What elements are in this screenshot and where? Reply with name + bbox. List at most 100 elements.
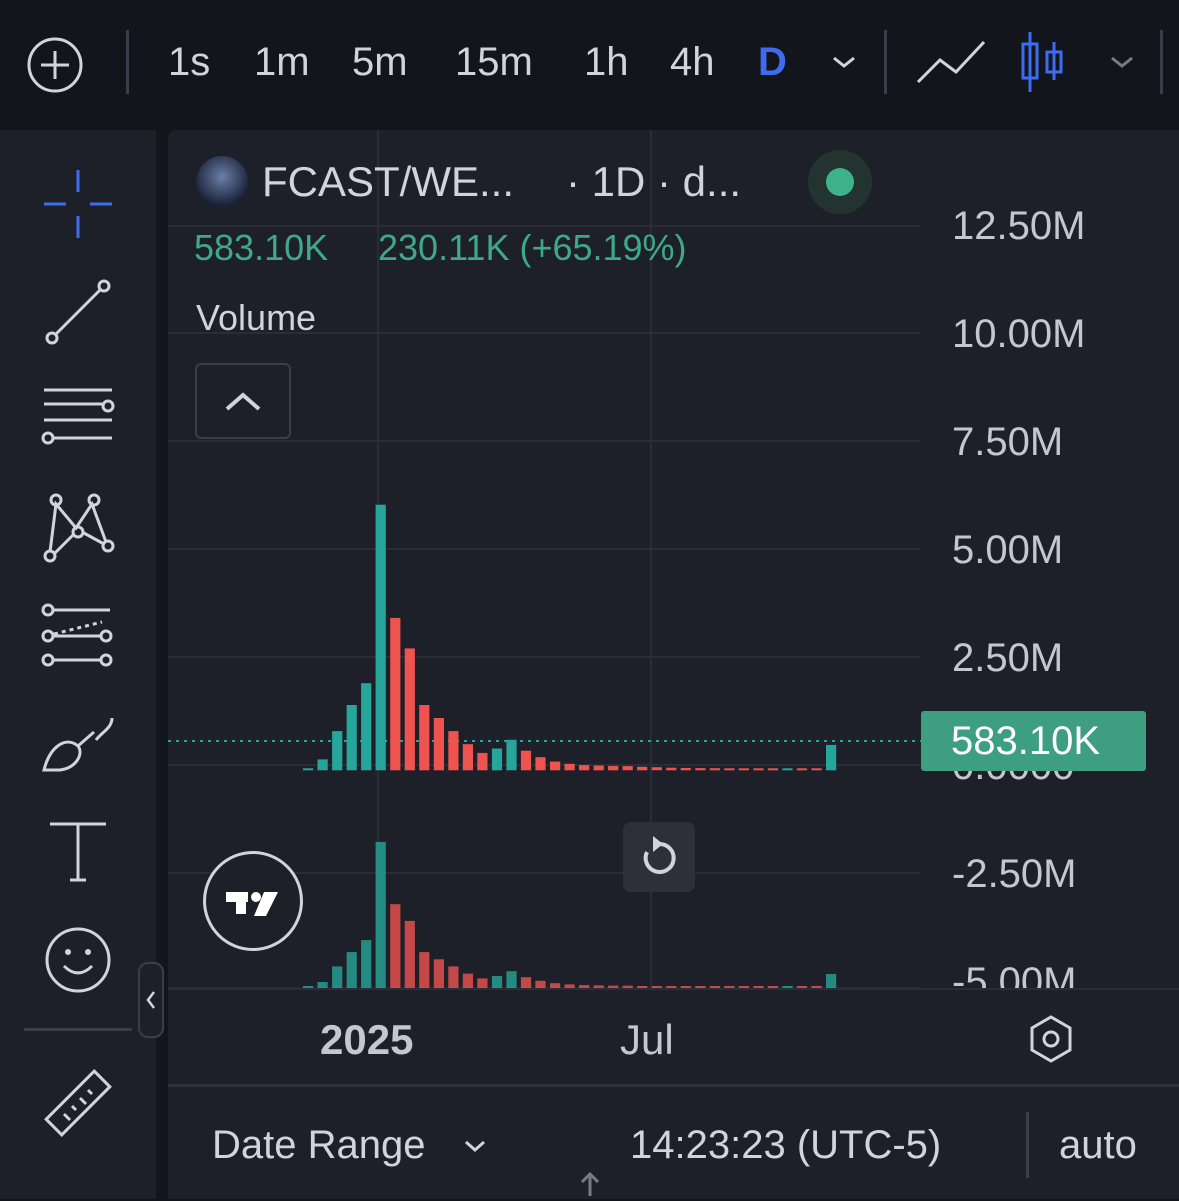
volume-bar <box>709 768 720 771</box>
line-chart-icon[interactable] <box>916 38 986 88</box>
top-toolbar: 1s 1m 5m 15m 1h 4h D <box>0 0 1179 120</box>
volume-bar <box>622 766 633 771</box>
chart-panel: FCAST/WE... · 1D · d... 583.10K 230.11K … <box>168 130 1179 1199</box>
volume-bar <box>419 705 430 771</box>
tradingview-logo-icon <box>226 892 278 916</box>
volume-bar <box>462 744 473 771</box>
date-range-chevron-icon <box>465 1140 485 1153</box>
volume-bar-lower <box>404 920 415 988</box>
interval-5m[interactable]: 5m <box>352 34 408 90</box>
interval-1h[interactable]: 1h <box>584 34 629 90</box>
volume-bar <box>477 752 488 771</box>
price-tick: 12.50M <box>952 204 1086 248</box>
volume-bar-lower <box>462 973 473 988</box>
interval-1s[interactable]: 1s <box>168 34 210 90</box>
volume-bar <box>317 759 328 771</box>
interval-dropdown-chevron-icon[interactable] <box>830 52 858 72</box>
chart-type-chevron-icon[interactable] <box>1108 52 1136 72</box>
price-tick: 5.00M <box>952 528 1064 572</box>
volume-bar <box>535 757 546 771</box>
volume-bars <box>303 504 837 771</box>
volume-bar <box>637 766 648 771</box>
volume-bars-lower <box>303 841 837 988</box>
market-status-indicator[interactable] <box>808 150 872 214</box>
toolbar-divider <box>24 1028 132 1031</box>
volume-bar <box>564 763 575 771</box>
volume-bar <box>826 744 837 771</box>
fib-retracement-icon[interactable] <box>40 382 116 458</box>
brush-icon[interactable] <box>40 706 116 782</box>
volume-bar-lower <box>375 841 386 988</box>
volume-bar-lower <box>491 976 503 988</box>
volume-bar-lower <box>361 940 372 988</box>
volume-bar-lower <box>448 966 459 988</box>
reset-chart-button[interactable] <box>623 822 695 892</box>
toolbar-divider <box>126 30 129 94</box>
volume-bar-lower <box>346 952 357 988</box>
volume-bar-lower <box>520 977 532 988</box>
volume-bar-lower <box>332 966 343 988</box>
ruler-icon[interactable] <box>40 1066 116 1142</box>
legend-last-value: 583.10K <box>194 227 329 268</box>
scroll-up-arrow-icon[interactable] <box>578 1170 602 1196</box>
volume-bar <box>695 768 706 771</box>
collapse-legend-button[interactable] <box>195 363 291 439</box>
volume-bar <box>332 731 343 771</box>
reset-icon <box>643 836 676 874</box>
pattern-tool-icon[interactable] <box>40 490 116 566</box>
legend-change: 230.11K (+65.19%) <box>378 227 687 268</box>
price-tick: 7.50M <box>952 420 1064 464</box>
volume-bar <box>303 768 314 771</box>
volume-bar <box>579 765 590 771</box>
volume-bar <box>782 768 793 771</box>
settings-icon[interactable] <box>1026 1014 1076 1064</box>
interval-d[interactable]: D <box>758 34 787 90</box>
volume-bar <box>346 705 357 771</box>
volume-bar <box>651 767 662 771</box>
volume-bar <box>680 767 691 771</box>
volume-bar <box>767 768 779 771</box>
volume-bar <box>550 761 561 771</box>
volume-bar-lower <box>477 978 488 988</box>
candlestick-chart-icon[interactable] <box>1018 30 1066 96</box>
volume-bar-lower <box>535 980 546 988</box>
volume-bar <box>753 768 764 771</box>
volume-bar-lower <box>433 959 444 988</box>
collapse-toolbar-button[interactable] <box>138 962 164 1038</box>
symbol-name[interactable]: FCAST/WE... <box>262 156 514 208</box>
time-label-2025: 2025 <box>320 1016 414 1063</box>
scale-mode-toggle[interactable]: auto <box>1059 1120 1137 1170</box>
symbol-logo[interactable] <box>196 156 248 208</box>
volume-bar-lower <box>419 952 430 988</box>
volume-bar <box>433 718 444 771</box>
date-range-selector[interactable]: Date Range <box>212 1120 512 1172</box>
tradingview-logo[interactable] <box>203 851 303 951</box>
clock-display[interactable]: 14:23:23 (UTC-5) <box>630 1120 941 1170</box>
volume-bar <box>361 683 372 771</box>
price-tick: -5.00M <box>952 960 1077 990</box>
price-tick: 2.50M <box>952 636 1064 680</box>
interval-15m[interactable]: 15m <box>455 34 533 90</box>
forecasting-tool-icon[interactable] <box>40 598 116 674</box>
bottom-divider <box>1026 1112 1029 1178</box>
volume-bar <box>593 765 604 771</box>
volume-bar-lower <box>390 904 401 988</box>
volume-bar <box>796 768 808 771</box>
indicator-label[interactable]: Volume <box>196 296 316 340</box>
volume-bar <box>811 768 822 771</box>
interval-4h[interactable]: 4h <box>670 34 715 90</box>
last-price-text: 583.10K <box>951 719 1101 763</box>
crosshair-icon[interactable] <box>40 166 116 242</box>
drawing-toolbar <box>0 130 156 1199</box>
text-tool-icon[interactable] <box>40 814 116 890</box>
interval-1m[interactable]: 1m <box>254 34 310 90</box>
trend-line-icon[interactable] <box>40 274 116 350</box>
volume-bar-lower <box>506 971 517 988</box>
price-tick: 10.00M <box>952 312 1086 356</box>
emoji-icon[interactable] <box>40 922 116 998</box>
volume-bar <box>448 731 459 771</box>
volume-bar <box>491 748 503 771</box>
volume-bar-lower <box>826 974 837 988</box>
add-symbol-icon[interactable] <box>26 36 84 94</box>
toolbar-divider <box>1160 30 1163 94</box>
